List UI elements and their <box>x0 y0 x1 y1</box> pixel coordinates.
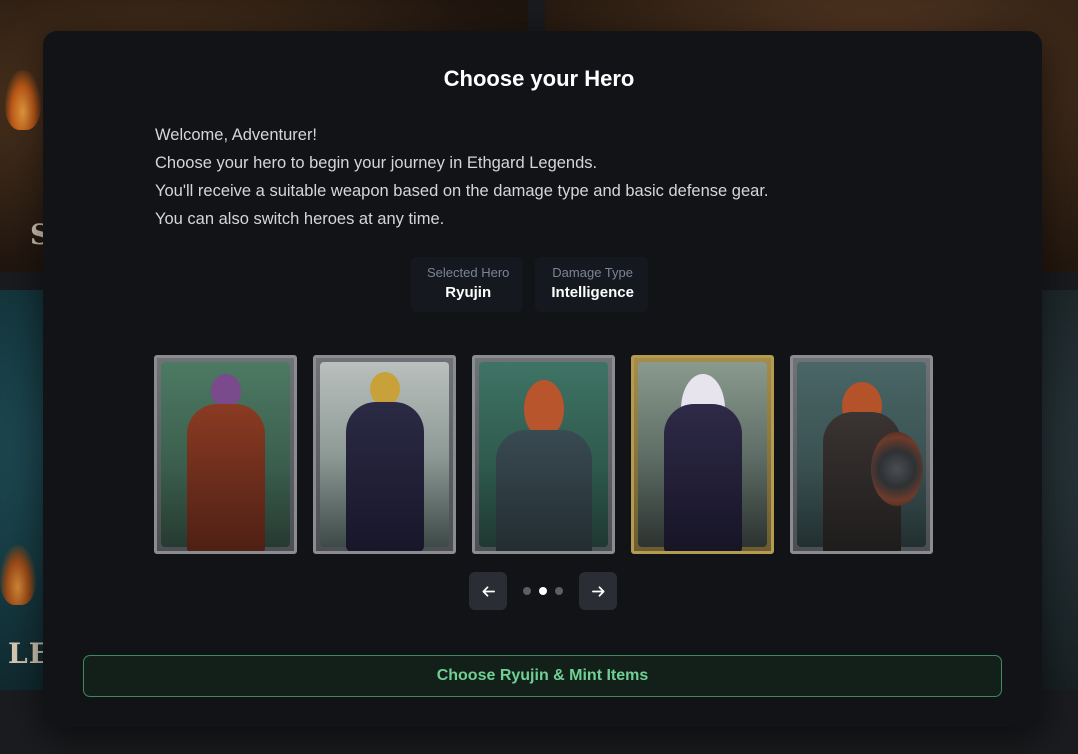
damage-type-stat: Damage Type Intelligence <box>535 257 648 312</box>
sorcerer-figure-icon <box>181 374 271 551</box>
dwarf-hero-card[interactable] <box>472 355 615 554</box>
intro-line: Welcome, Adventurer! <box>155 126 318 144</box>
stat-value: Ryujin <box>445 284 492 301</box>
hero-stats: Selected Hero Ryujin Damage Type Intelli… <box>411 257 648 312</box>
hero-carousel <box>154 355 933 554</box>
stat-label: Selected Hero <box>427 265 510 280</box>
intro-line: You can also switch heroes at any time. <box>155 210 445 228</box>
hero-portrait <box>161 362 290 551</box>
shieldmaiden-hero-card[interactable] <box>790 355 933 554</box>
kitsune-hero-card[interactable] <box>631 355 774 554</box>
hero-portrait <box>638 362 767 551</box>
hero-armor <box>495 430 592 551</box>
carousel-navigation <box>469 572 617 610</box>
pagination-dot-active[interactable] <box>539 587 547 595</box>
shieldmaiden-figure-icon <box>807 382 923 551</box>
modal-title: Choose your Hero <box>443 66 635 91</box>
arrow-left-icon <box>482 585 495 597</box>
pagination-dot[interactable] <box>555 587 563 595</box>
hero-portrait <box>320 362 449 551</box>
shield-icon <box>870 432 923 506</box>
arrow-right-icon <box>591 585 604 597</box>
hero-robe <box>186 404 265 551</box>
pagination-dot[interactable] <box>523 587 531 595</box>
hero-robe <box>663 404 742 551</box>
stat-value: Intelligence <box>551 284 634 301</box>
stat-label: Damage Type <box>552 265 633 280</box>
hero-head <box>210 374 241 408</box>
carousel-next-button[interactable] <box>579 572 617 610</box>
carousel-pagination <box>507 587 579 595</box>
kitsune-figure-icon <box>653 374 753 551</box>
dwarf-figure-icon <box>494 380 594 551</box>
samurai-hero-card[interactable] <box>313 355 456 554</box>
sorcerer-hero-card[interactable] <box>154 355 297 554</box>
hero-armor <box>345 402 424 551</box>
choose-hero-mint-button[interactable]: Choose Ryujin & Mint Items <box>83 655 1002 697</box>
intro-line: Choose your hero to begin your journey i… <box>155 154 598 172</box>
selected-hero-stat: Selected Hero Ryujin <box>411 257 524 312</box>
hero-portrait <box>797 362 926 551</box>
hero-portrait <box>479 362 608 551</box>
carousel-prev-button[interactable] <box>469 572 507 610</box>
background-torch <box>0 545 36 605</box>
intro-text: Welcome, Adventurer! Choose your hero to… <box>155 121 915 233</box>
intro-line: You'll receive a suitable weapon based o… <box>155 182 769 200</box>
hero-helmet <box>369 372 400 406</box>
samurai-figure-icon <box>340 372 430 551</box>
